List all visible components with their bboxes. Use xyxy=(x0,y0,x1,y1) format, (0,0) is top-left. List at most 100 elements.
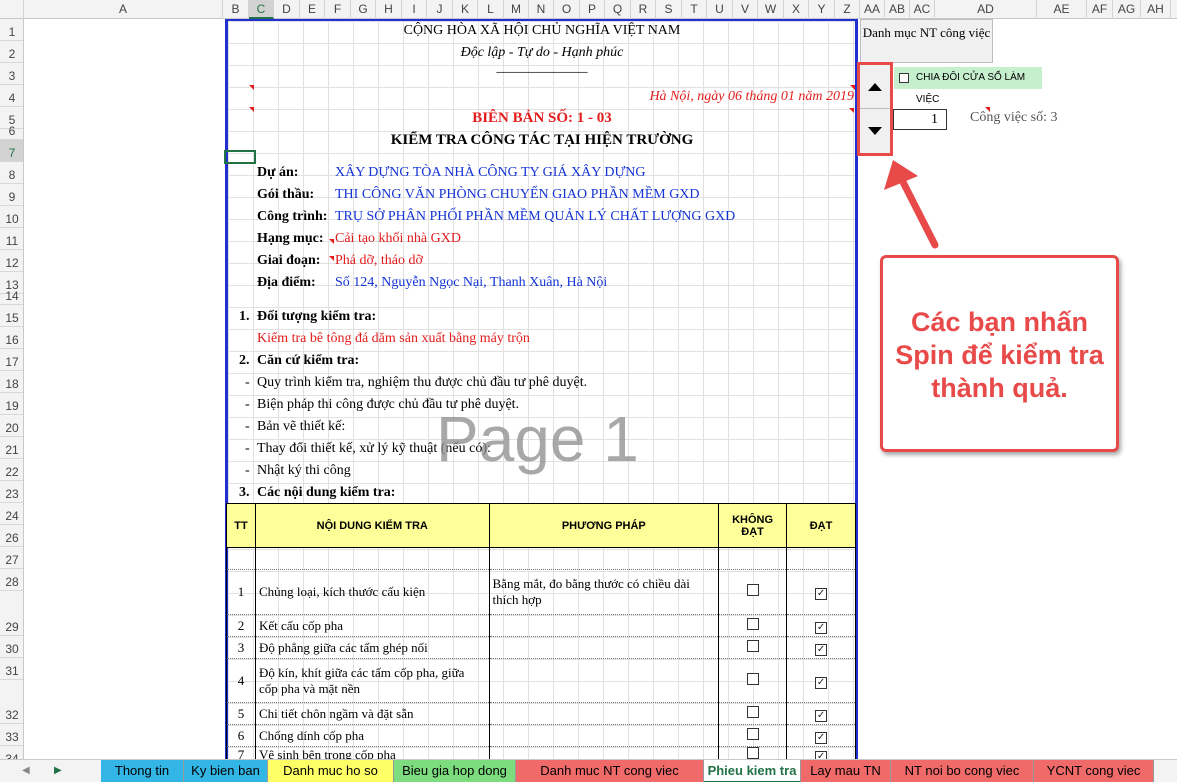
column-header-x[interactable]: X xyxy=(784,0,809,19)
column-header-s[interactable]: S xyxy=(656,0,682,19)
row-header-6[interactable]: 6 xyxy=(0,124,23,140)
row-header-32[interactable]: 32 xyxy=(0,680,23,724)
tab-scroll-right-icon[interactable]: ▶ xyxy=(54,765,62,776)
row-header-7[interactable]: 7 xyxy=(0,140,23,162)
row-header-24[interactable]: 24 xyxy=(0,503,23,525)
row-header-21[interactable]: 21 xyxy=(0,437,23,459)
row-header-16[interactable]: 16 xyxy=(0,327,23,349)
row-header-34[interactable]: 34 xyxy=(0,746,23,759)
column-header-bar[interactable]: A B C D E F G H I J K L M N O P Q R S T U V W X Y Z AA AB AC AD AE AF AG… xyxy=(0,0,1177,19)
danh-muc-button[interactable]: Danh mục NT công việc xyxy=(860,19,993,63)
pass-checkbox[interactable]: ✓ xyxy=(815,709,828,722)
pass-checkbox[interactable]: ✓ xyxy=(815,676,828,689)
column-header-r[interactable]: R xyxy=(631,0,656,19)
row-header-8[interactable]: 8 xyxy=(0,162,23,184)
select-all-corner[interactable] xyxy=(0,0,24,19)
column-header-f[interactable]: F xyxy=(325,0,351,19)
fail-checkbox[interactable] xyxy=(746,672,759,685)
column-header-n[interactable]: N xyxy=(529,0,554,19)
column-header-y[interactable]: Y xyxy=(809,0,835,19)
tab-scroll-left-icon[interactable]: ◀ xyxy=(22,765,30,776)
row-header-4[interactable]: 4 xyxy=(0,85,23,107)
column-header-af[interactable]: AF xyxy=(1087,0,1113,19)
row-header-23[interactable]: 23 xyxy=(0,481,23,503)
column-header-j[interactable]: J xyxy=(427,0,453,19)
column-header-w[interactable]: W xyxy=(758,0,784,19)
row-header-12[interactable]: 12 xyxy=(0,250,23,272)
spin-value-cell[interactable]: 1 xyxy=(893,109,947,130)
row-header-18[interactable]: 18 xyxy=(0,371,23,393)
column-header-p[interactable]: P xyxy=(580,0,605,19)
column-header-z[interactable]: Z xyxy=(835,0,860,19)
row-header-19[interactable]: 19 xyxy=(0,393,23,415)
sheet-tab[interactable]: Danh muc ho so xyxy=(268,760,394,782)
column-header-q[interactable]: Q xyxy=(605,0,631,19)
sheet-tab[interactable]: NT noi bo cong viec xyxy=(891,760,1034,782)
column-header-ai[interactable]: AI xyxy=(1171,0,1177,19)
row-header-26[interactable]: 26 xyxy=(0,525,23,547)
spin-up-button[interactable] xyxy=(860,65,890,109)
row-header-20[interactable]: 20 xyxy=(0,415,23,437)
column-header-d[interactable]: D xyxy=(274,0,300,19)
pass-checkbox[interactable]: ✓ xyxy=(815,643,828,656)
split-window-checkbox[interactable]: CHIA ĐÔI CỬA SỔ LÀM VIỆC xyxy=(894,67,1042,105)
column-header-ab[interactable]: AB xyxy=(885,0,910,19)
fail-checkbox[interactable] xyxy=(746,584,759,596)
sheet-tab[interactable]: YCNT cong viec xyxy=(1034,760,1154,782)
pass-checkbox[interactable]: ✓ xyxy=(815,621,828,634)
checkbox-box[interactable] xyxy=(899,73,909,83)
row-header-11[interactable]: 11 xyxy=(0,228,23,250)
sheet-tab[interactable]: Ky bien ban xyxy=(184,760,268,782)
column-header-o[interactable]: O xyxy=(554,0,580,19)
column-header-b[interactable]: B xyxy=(223,0,249,19)
fail-checkbox[interactable] xyxy=(746,617,759,630)
column-header-i[interactable]: I xyxy=(402,0,427,19)
fail-checkbox[interactable] xyxy=(746,727,759,740)
column-header-aa[interactable]: AA xyxy=(860,0,885,19)
row-header-31[interactable]: 31 xyxy=(0,658,23,680)
column-header-c[interactable]: C xyxy=(249,0,274,19)
pass-checkbox[interactable]: ✓ xyxy=(815,588,828,600)
column-header-t[interactable]: T xyxy=(682,0,707,19)
active-cell[interactable] xyxy=(224,150,256,164)
fail-checkbox[interactable] xyxy=(746,747,759,759)
row-header-1[interactable]: 1 xyxy=(0,19,23,41)
row-header-30[interactable]: 30 xyxy=(0,636,23,658)
sheet-tab[interactable]: Lay mau TN xyxy=(801,760,891,782)
sheet-tab[interactable]: Danh muc NT cong viec xyxy=(516,760,704,782)
column-header-h[interactable]: H xyxy=(376,0,402,19)
row-header-15[interactable]: 15 xyxy=(0,305,23,327)
row-header-17[interactable]: 17 xyxy=(0,349,23,371)
row-header-10[interactable]: 10 xyxy=(0,206,23,228)
sheet-tab[interactable]: Phieu kiem tra xyxy=(704,760,801,782)
row-header-14[interactable]: 14 xyxy=(0,289,23,305)
column-header-a[interactable]: A xyxy=(24,0,223,19)
fail-checkbox[interactable] xyxy=(746,639,759,652)
column-header-ae[interactable]: AE xyxy=(1037,0,1087,19)
column-header-l[interactable]: L xyxy=(478,0,504,19)
column-header-v[interactable]: V xyxy=(733,0,758,19)
row-header-2[interactable]: 2 xyxy=(0,41,23,63)
pass-checkbox[interactable]: ✓ xyxy=(815,731,828,744)
row-header-33[interactable]: 33 xyxy=(0,724,23,746)
sheet-tab[interactable]: Thong tin xyxy=(101,760,184,782)
column-header-m[interactable]: M xyxy=(504,0,529,19)
column-header-e[interactable]: E xyxy=(300,0,325,19)
spin-button[interactable] xyxy=(857,62,893,156)
column-header-u[interactable]: U xyxy=(707,0,733,19)
column-header-ac[interactable]: AC xyxy=(910,0,935,19)
row-header-29[interactable]: 29 xyxy=(0,591,23,636)
column-header-ad[interactable]: AD xyxy=(935,0,1037,19)
row-header-bar[interactable]: 1 2 3 4 5 6 7 8 9 10 11 12 13 14 15 16 17 18 19 20 21 22 23 24 2… xyxy=(0,19,24,759)
row-header-27[interactable]: 27 xyxy=(0,547,23,569)
row-header-22[interactable]: 22 xyxy=(0,459,23,481)
row-header-28[interactable]: 28 xyxy=(0,569,23,591)
sheet-tab[interactable]: Bieu gia hop dong xyxy=(394,760,516,782)
column-header-k[interactable]: K xyxy=(453,0,478,19)
row-header-3[interactable]: 3 xyxy=(0,63,23,85)
column-header-ag[interactable]: AG xyxy=(1113,0,1141,19)
fail-checkbox[interactable] xyxy=(746,705,759,718)
row-header-9[interactable]: 9 xyxy=(0,184,23,206)
column-header-g[interactable]: G xyxy=(351,0,376,19)
column-header-ah[interactable]: AH xyxy=(1141,0,1171,19)
